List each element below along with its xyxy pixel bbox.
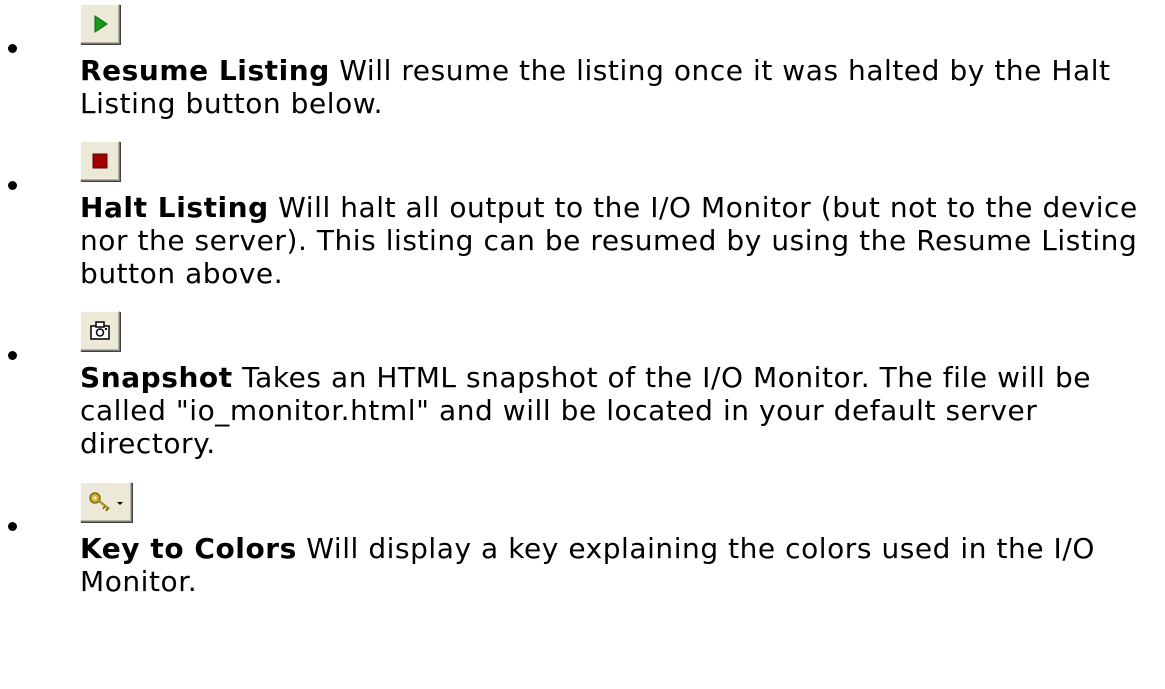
halt-listing-description: Halt Listing Will halt all output to the…: [80, 191, 1155, 290]
stop-icon: [92, 153, 108, 169]
halt-listing-title: Halt Listing: [80, 191, 269, 224]
list-bullet: [8, 351, 17, 360]
key-dropdown-icon: [89, 492, 123, 512]
list-bullet: [8, 181, 17, 190]
list-bullet: [8, 522, 17, 531]
resume-listing-title: Resume Listing: [80, 54, 330, 87]
list-bullet: [8, 44, 17, 53]
snapshot-button[interactable]: [80, 311, 120, 351]
resume-listing-description: Resume Listing Will resume the listing o…: [80, 54, 1155, 120]
snapshot-description: Snapshot Takes an HTML snapshot of the I…: [80, 361, 1155, 460]
snapshot-title: Snapshot: [80, 361, 233, 394]
halt-listing-button[interactable]: [80, 141, 120, 181]
camera-icon: [90, 321, 110, 340]
key-to-colors-button[interactable]: [80, 482, 132, 522]
resume-listing-button[interactable]: [80, 4, 120, 44]
key-to-colors-description: Key to Colors Will display a key explain…: [80, 532, 1155, 598]
key-to-colors-title: Key to Colors: [80, 532, 297, 565]
play-icon: [94, 15, 108, 33]
